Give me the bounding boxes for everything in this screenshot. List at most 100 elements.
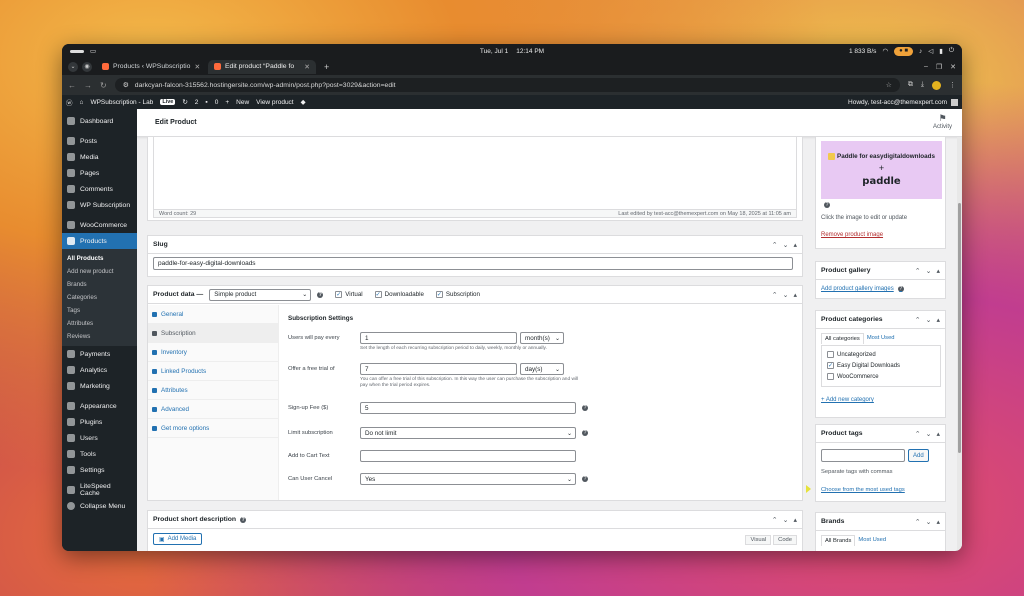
user-avatar[interactable]: [951, 98, 958, 106]
tab-subscription[interactable]: Subscription: [148, 324, 278, 343]
submenu-categories[interactable]: Categories: [62, 291, 137, 304]
submenu-add-new-product[interactable]: Add new product: [62, 265, 137, 278]
sidebar-item-woocommerce[interactable]: WooCommerce: [62, 217, 137, 233]
sidebar-item-products[interactable]: Products: [62, 233, 137, 249]
toggle-icon[interactable]: ▴: [793, 516, 797, 524]
tab-brands-most-used[interactable]: Most Used: [855, 535, 889, 546]
wordpress-logo-icon[interactable]: ⓦ: [66, 97, 73, 107]
subscription-checkbox[interactable]: ✓ Subscription: [435, 291, 480, 298]
site-name-link[interactable]: WPSubscription - Lab: [90, 99, 153, 106]
tab-general[interactable]: General: [148, 305, 278, 324]
product-image[interactable]: Paddle for easydigitaldownloads + paddle: [821, 141, 942, 199]
sidebar-item-tools[interactable]: Tools: [62, 446, 137, 462]
collapse-menu-button[interactable]: Collapse Menu: [62, 498, 137, 514]
help-icon[interactable]: ?: [824, 202, 830, 208]
clock[interactable]: Tue, Jul 1 12:14 PM: [480, 48, 544, 55]
sidebar-item-appearance[interactable]: Appearance: [62, 398, 137, 414]
help-icon[interactable]: ?: [897, 286, 904, 292]
submenu-attributes[interactable]: Attributes: [62, 317, 137, 330]
tab-all-categories[interactable]: All categories: [821, 333, 864, 344]
pay-every-unit-select[interactable]: month(s) ⌄: [520, 332, 564, 344]
submenu-brands[interactable]: Brands: [62, 278, 137, 291]
sidebar-item-wp-subscription[interactable]: WP Subscription: [62, 197, 137, 213]
move-down-icon[interactable]: ⌄: [926, 518, 932, 526]
activity-button[interactable]: ⚑ Activity: [933, 113, 952, 130]
sidebar-item-dashboard[interactable]: Dashboard: [62, 113, 137, 129]
tab-products[interactable]: Products ‹ WPSubscriptio ✕: [96, 60, 204, 74]
close-icon[interactable]: ✕: [194, 63, 200, 71]
move-down-icon[interactable]: ⌄: [783, 241, 789, 249]
signup-input[interactable]: 5: [360, 402, 576, 414]
sidebar-item-posts[interactable]: Posts: [62, 133, 137, 149]
tab-most-used[interactable]: Most Used: [864, 333, 898, 344]
scrollbar-thumb[interactable]: [958, 203, 961, 453]
restore-icon[interactable]: ❐: [936, 63, 942, 71]
wifi-icon[interactable]: ◠: [882, 47, 888, 55]
can-cancel-select[interactable]: Yes ⌄: [360, 473, 576, 485]
sidebar-item-payments[interactable]: Payments: [62, 346, 137, 362]
tab-group-icon[interactable]: ◉: [82, 61, 92, 72]
sidebar-item-media[interactable]: Media: [62, 149, 137, 165]
move-up-icon[interactable]: ⌃: [772, 291, 778, 299]
tab-linked-products[interactable]: Linked Products: [148, 362, 278, 381]
move-down-icon[interactable]: ⌄: [783, 516, 789, 524]
category-edd[interactable]: ✓ Easy Digital Downloads: [827, 360, 935, 371]
cart-text-input[interactable]: [360, 450, 576, 462]
sidebar-item-comments[interactable]: Comments: [62, 181, 137, 197]
submenu-tags[interactable]: Tags: [62, 304, 137, 317]
move-up-icon[interactable]: ⌃: [915, 518, 921, 526]
help-icon[interactable]: ?: [317, 291, 324, 298]
howdy-link[interactable]: Howdy, test-acc@themexpert.com: [848, 99, 947, 106]
add-new-category-link[interactable]: + Add new category: [821, 397, 874, 403]
power-icon[interactable]: ⏻: [949, 47, 954, 55]
tab-inventory[interactable]: Inventory: [148, 343, 278, 362]
mic-icon[interactable]: ♪: [919, 48, 922, 55]
address-bar[interactable]: ⚙ darkcyan-falcon-315562.hostingersite.c…: [114, 78, 900, 92]
pay-every-input[interactable]: 1: [360, 332, 517, 344]
help-icon[interactable]: ?: [582, 476, 588, 482]
sidebar-item-litespeed[interactable]: LiteSpeed Cache: [62, 482, 137, 498]
toggle-icon[interactable]: ▴: [936, 430, 940, 438]
help-icon[interactable]: ?: [240, 516, 247, 523]
remove-image-link[interactable]: Remove product image: [821, 232, 883, 238]
trial-unit-select[interactable]: day(s) ⌄: [520, 363, 564, 375]
tab-all-brands[interactable]: All Brands: [821, 535, 856, 546]
product-type-select[interactable]: Simple product ⌄: [209, 288, 312, 301]
updates-icon[interactable]: ↻: [182, 98, 187, 106]
move-down-icon[interactable]: ⌄: [783, 291, 789, 299]
move-down-icon[interactable]: ⌄: [926, 430, 932, 438]
scrollbar[interactable]: [957, 137, 962, 551]
comments-icon[interactable]: ▪: [205, 99, 207, 106]
add-gallery-link[interactable]: Add product gallery images: [821, 286, 894, 292]
back-icon[interactable]: ←: [68, 81, 76, 90]
close-icon[interactable]: ✕: [304, 63, 310, 71]
toggle-icon[interactable]: ▴: [793, 291, 797, 299]
move-up-icon[interactable]: ⌃: [772, 241, 778, 249]
help-icon[interactable]: ?: [582, 405, 588, 411]
reload-icon[interactable]: ↻: [100, 81, 107, 90]
slug-input[interactable]: paddle-for-easy-digital-downloads: [153, 257, 793, 270]
move-up-icon[interactable]: ⌃: [772, 516, 778, 524]
tab-advanced[interactable]: Advanced: [148, 400, 278, 419]
extensions-icon[interactable]: ⧉: [908, 81, 913, 89]
trial-input[interactable]: 7: [360, 363, 517, 375]
tab-edit-product[interactable]: Edit product “Paddle fo ✕: [208, 59, 316, 74]
choose-most-used-tags-link[interactable]: Choose from the most used tags: [821, 487, 905, 493]
sidebar-item-analytics[interactable]: Analytics: [62, 362, 137, 378]
sidebar-item-settings[interactable]: Settings: [62, 462, 137, 478]
new-tab-icon[interactable]: +: [320, 62, 333, 72]
activities-pill[interactable]: [70, 49, 84, 53]
category-uncategorized[interactable]: Uncategorized: [827, 349, 935, 360]
profile-avatar[interactable]: [932, 80, 941, 90]
category-woocommerce[interactable]: WooCommerce: [827, 371, 935, 382]
sidebar-item-marketing[interactable]: Marketing: [62, 378, 137, 394]
downloadable-checkbox[interactable]: ✓ Downloadable: [374, 291, 424, 298]
volume-icon[interactable]: ◁: [928, 47, 933, 55]
recording-badge[interactable]: ● ■: [894, 46, 914, 56]
close-window-icon[interactable]: ✕: [950, 63, 956, 71]
move-down-icon[interactable]: ⌄: [926, 267, 932, 275]
move-up-icon[interactable]: ⌃: [915, 316, 921, 324]
sidebar-item-plugins[interactable]: Plugins: [62, 414, 137, 430]
editor-textarea[interactable]: [153, 137, 797, 210]
help-icon[interactable]: ?: [582, 430, 588, 436]
